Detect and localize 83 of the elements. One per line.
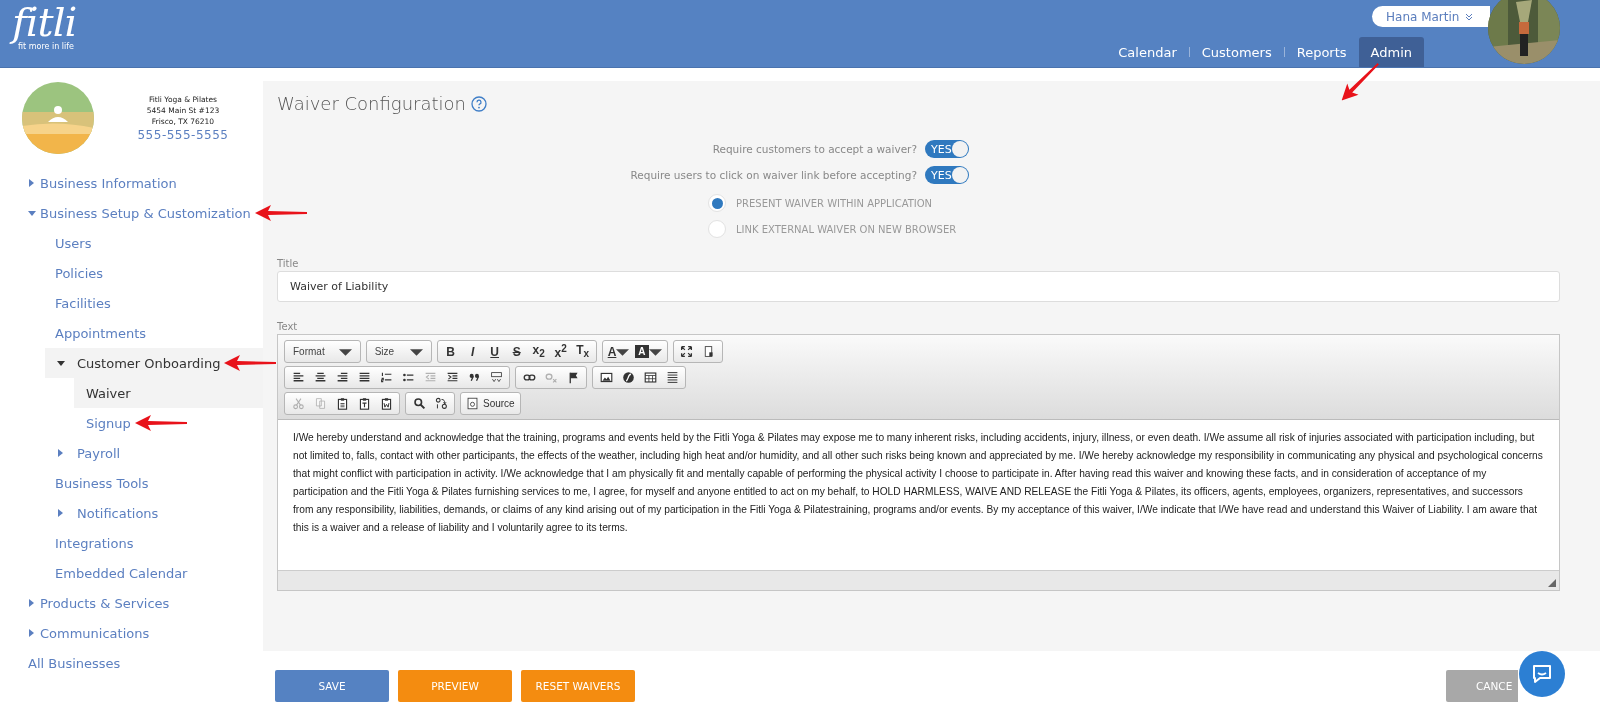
logo-tagline: fit more in life: [18, 42, 74, 51]
sidebar-item[interactable]: Payroll: [45, 438, 121, 468]
chat-button[interactable]: [1519, 651, 1565, 697]
resize-handle-icon[interactable]: [1548, 579, 1556, 587]
link-icon: [522, 371, 536, 384]
radio-label: PRESENT WAIVER WITHIN APPLICATION: [736, 197, 933, 209]
field-label: Text: [277, 321, 299, 332]
find-icon: [412, 397, 426, 410]
underline-button[interactable]: U: [483, 342, 506, 361]
text-color-button[interactable]: A: [604, 342, 633, 361]
unlink-icon: [544, 371, 558, 384]
field-label: Title: [277, 258, 300, 269]
source-button[interactable]: Source: [463, 394, 518, 413]
table-icon: [643, 371, 657, 384]
user-menu[interactable]: Hana Martin: [1372, 6, 1490, 27]
quote-icon: [467, 371, 481, 384]
paste-word-icon: [379, 397, 393, 410]
title-field[interactable]: Waiver of Liability: [277, 271, 1560, 302]
indent-icon: [445, 371, 459, 384]
align-center-icon: [313, 371, 327, 384]
copy-icon: [313, 397, 327, 410]
cut-icon: [291, 397, 305, 410]
action-button[interactable]: CANCE: [1446, 670, 1518, 702]
strike-button[interactable]: S: [505, 342, 528, 361]
superscript-button[interactable]: x$^{2}$: [549, 342, 572, 361]
sidebar-item[interactable]: Policies: [43, 258, 104, 288]
action-button[interactable]: PREVIEW: [398, 670, 512, 702]
sidebar-item[interactable]: Users: [43, 228, 92, 258]
nav-tab[interactable]: Admin: [1358, 37, 1424, 67]
bold-button[interactable]: B: [439, 342, 462, 361]
clear-format-button[interactable]: T$_{x}$: [571, 342, 594, 361]
help-icon[interactable]: [471, 95, 487, 112]
numbered-list-icon: [379, 371, 393, 384]
hr-icon: [665, 371, 679, 384]
chat-icon: [1530, 662, 1554, 686]
sidebar-item[interactable]: Communications: [16, 618, 150, 648]
sidebar-item[interactable]: Embedded Calendar: [43, 558, 188, 588]
nav-tab[interactable]: Reports: [1284, 37, 1359, 67]
toggle-switch[interactable]: YES: [925, 140, 969, 158]
waiver-text: I/We hereby understand and acknowledge that the training, programs and events held by the Fitli Yoga & Pilates may expose me to many inherent risks, including accidents, injury, illness, or even death. I/We assume all risk of injuries associated with participation including, but not limited to, falls, contact with other participants, the effects of the weather, including high heat and/or humidity, and all other such risks being known and appreciated by me. I/We hereby acknowledge my responsibility in communicating any physical and psychological concerns that might conflict with participation in activity. I/We acknowledge that I am physically fit and mentally capable of performing the physical activity I choose to participate in. After having read this waiver and knowing these facts, and in consideration of acceptance of my participation and the Fitli Yoga & Pilates furnishing services to me, I agree, for myself and anyone entitled to act on my behalf, to HOLD HARMLESS, WAIVE AND RELEASE the Fitli Yoga & Pilates, its officers, agents, employees, organizers, representatives, and successors from any responsibility, liabilities, demands, or claims of any kind arising out of my participation in the Fitli Yoga & Pilatestraining, programs and/or events. By my acceptance of this waiver, I/We indicate that I/We have read and understand this Waiver of Liability. I am aware that this is a waiver and a release of liability and I voluntarily agree to its terms.: [292, 431, 1544, 535]
toggle-label: Require users to click on waiver link before accepting?: [630, 169, 917, 181]
radio-button[interactable]: [708, 220, 726, 238]
sidebar-item[interactable]: Signup: [74, 408, 131, 438]
sidebar-item[interactable]: Notifications: [45, 498, 159, 528]
sidebar-item[interactable]: Business Information: [16, 168, 177, 198]
radio-option[interactable]: PRESENT WAIVER WITHIN APPLICATION: [708, 194, 1560, 212]
justify-icon: [357, 371, 371, 384]
toggle-switch[interactable]: YES: [925, 166, 969, 184]
sidebar-item[interactable]: Integrations: [43, 528, 134, 558]
text-editor[interactable]: [277, 334, 1560, 591]
paste-text-icon: [357, 397, 371, 410]
sidebar-item[interactable]: Appointments: [43, 318, 147, 348]
bullet-list-icon: [401, 371, 415, 384]
action-button[interactable]: SAVE: [275, 670, 389, 702]
format-dropdown[interactable]: Format: [287, 342, 358, 361]
image-icon: [599, 371, 613, 384]
format-dropdown[interactable]: Size: [368, 342, 429, 361]
align-left-icon: [291, 371, 305, 384]
replace-icon: [434, 397, 448, 410]
nav-tab[interactable]: Customers: [1189, 37, 1284, 67]
align-right-icon: [335, 371, 349, 384]
sidebar-item[interactable]: Business Tools: [43, 468, 149, 498]
radio-option[interactable]: LINK EXTERNAL WAIVER ON NEW BROWSER: [708, 220, 1560, 238]
sidebar-item[interactable]: Products & Services: [16, 588, 170, 618]
sidebar-item[interactable]: Business Setup & Customization: [16, 198, 251, 228]
toggle-label: Require customers to accept a waiver?: [712, 143, 917, 155]
page-title: Waiver Configuration: [277, 93, 466, 114]
subscript-button[interactable]: x$_{2}$: [527, 342, 550, 361]
bg-color-button[interactable]: A: [632, 342, 665, 361]
radio-label: LINK EXTERNAL WAIVER ON NEW BROWSER: [736, 223, 957, 235]
sidebar-item[interactable]: All Businesses: [16, 648, 121, 678]
sidebar-item[interactable]: Facilities: [43, 288, 111, 318]
document-icon: [466, 397, 479, 410]
italic-button[interactable]: I: [461, 342, 484, 361]
maximize-icon: [680, 345, 694, 358]
nav-tab[interactable]: Calendar: [1106, 37, 1189, 67]
action-button[interactable]: RESET WAIVERS: [521, 670, 635, 702]
chevron-down-icon: [1465, 12, 1474, 21]
paste-icon: [335, 397, 349, 410]
blocks-icon: [702, 345, 716, 358]
radio-button[interactable]: [708, 194, 726, 212]
outdent-icon: [423, 371, 437, 384]
business-phone: 555-555-5555: [137, 126, 229, 143]
